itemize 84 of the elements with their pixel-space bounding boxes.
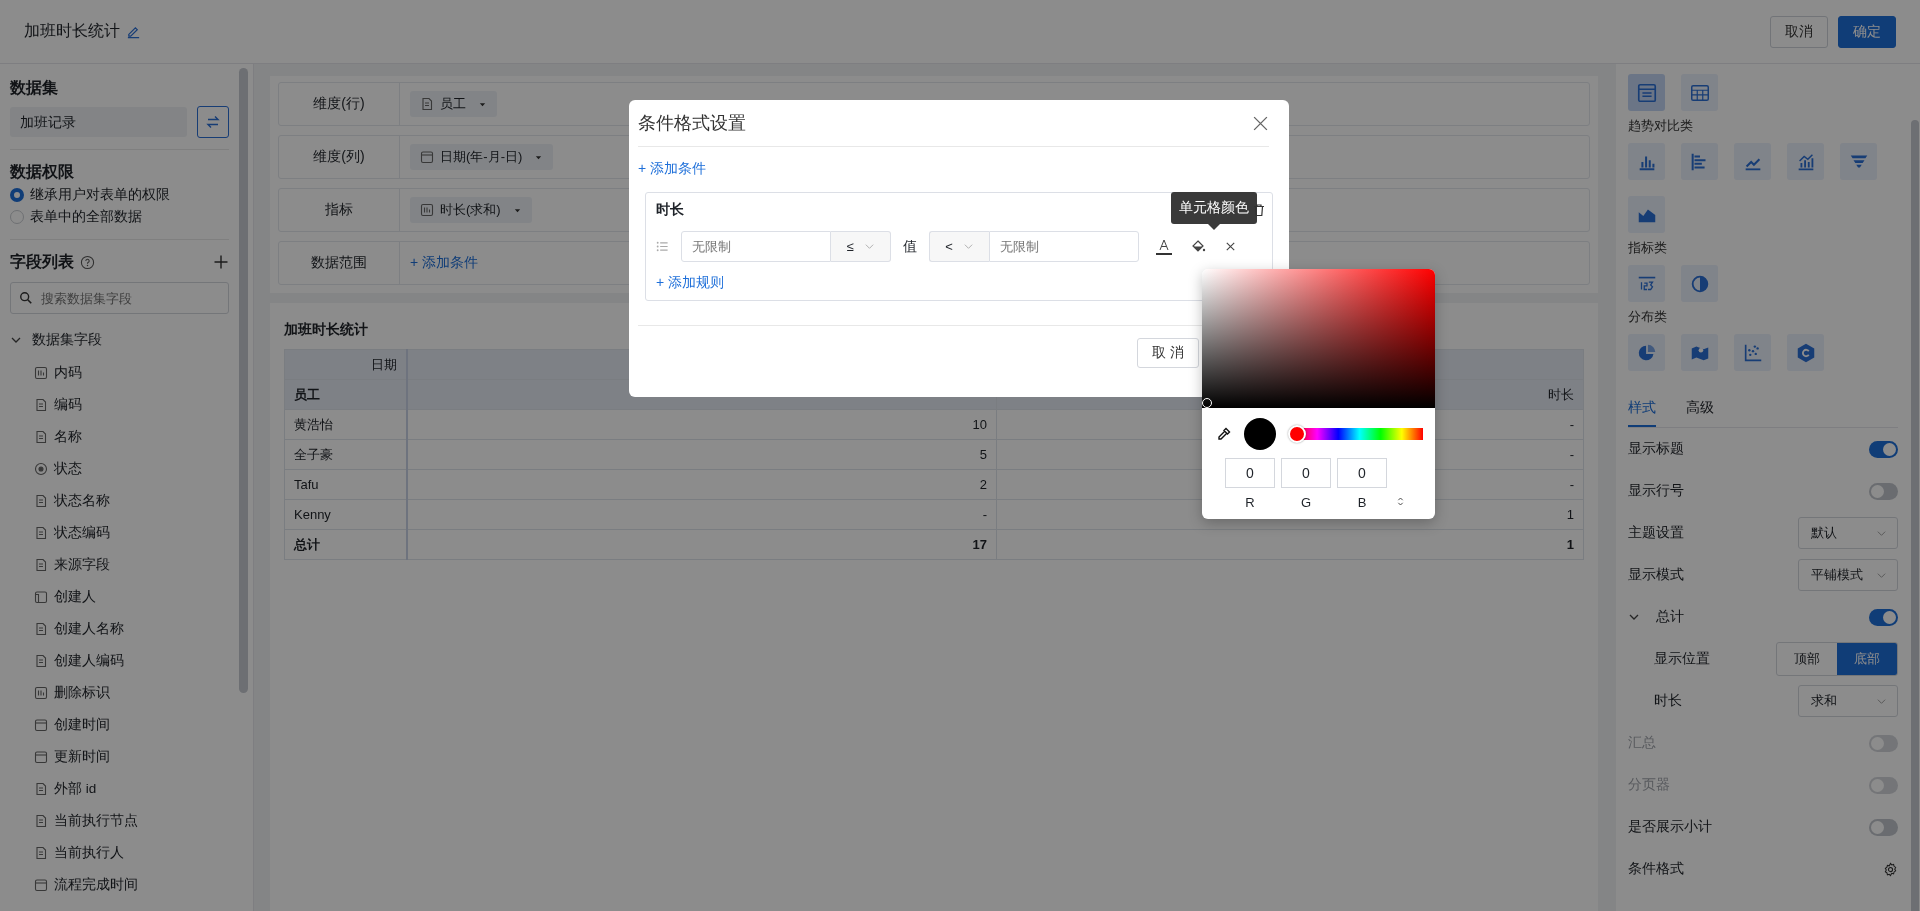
- select-field[interactable]: 默认: [1798, 517, 1898, 549]
- operator-select[interactable]: ≤: [831, 231, 891, 262]
- dataset-field[interactable]: 加班记录: [10, 107, 187, 137]
- table-cell: 1: [996, 529, 1584, 560]
- operator-select[interactable]: <: [929, 231, 989, 262]
- table-header-cell: 日期: [284, 349, 407, 380]
- setting-label: 是否展示小计: [1628, 818, 1712, 836]
- search-input[interactable]: 搜索数据集字段: [39, 289, 220, 307]
- field-item[interactable]: 创建人: [54, 588, 96, 606]
- field-item[interactable]: 来源字段: [54, 556, 110, 574]
- field-item[interactable]: 创建人编码: [54, 652, 124, 670]
- table-cell: 17: [407, 529, 997, 560]
- field-item[interactable]: 更新时间: [54, 748, 110, 766]
- table-cell: 全子豪: [284, 439, 407, 470]
- select-field[interactable]: 求和: [1798, 685, 1898, 717]
- select-field[interactable]: 平铺模式: [1798, 559, 1898, 591]
- section-heading: 字段列表: [10, 252, 74, 272]
- condition-field: 时长: [656, 201, 684, 219]
- field-chip[interactable]: 员工: [410, 91, 497, 117]
- field-item[interactable]: 外部 id: [54, 780, 97, 798]
- config-label: 维度(行): [279, 83, 400, 125]
- field-item[interactable]: 创建人名称: [54, 620, 124, 638]
- confirm-button[interactable]: 确定: [1838, 15, 1896, 48]
- radio-label: 表单中的全部数据: [30, 208, 142, 226]
- table-header-cell: 员工: [284, 379, 407, 410]
- field-item[interactable]: 当前执行人: [54, 844, 124, 862]
- value-label: 值: [903, 237, 917, 256]
- segment-option[interactable]: 顶部: [1777, 643, 1837, 675]
- category-heading: 分布类: [1628, 308, 1668, 326]
- field-item[interactable]: 删除标识: [54, 684, 110, 702]
- setting-label: 时长: [1654, 692, 1682, 710]
- field-item[interactable]: 状态名称: [54, 492, 110, 510]
- table-title: 加班时长统计: [284, 321, 369, 339]
- table-cell: 黄浩怡: [284, 409, 407, 440]
- cancel-button[interactable]: 取 消: [1137, 338, 1199, 368]
- field-item[interactable]: 名称: [54, 428, 82, 446]
- channel-field[interactable]: 0: [1337, 458, 1387, 488]
- setting-label: 显示位置: [1654, 650, 1710, 668]
- section-heading: 数据集: [10, 78, 59, 98]
- segment-option[interactable]: 底部: [1837, 643, 1897, 675]
- setting-label: 显示模式: [1628, 566, 1684, 584]
- setting-label: 主题设置: [1628, 524, 1684, 542]
- dialog-title: 条件格式设置: [638, 112, 746, 135]
- setting-label: 条件格式: [1628, 860, 1684, 878]
- add-condition-link[interactable]: + 添加条件: [410, 254, 479, 272]
- tree-group-label[interactable]: 数据集字段: [32, 331, 102, 349]
- category-heading: 趋势对比类: [1628, 117, 1694, 135]
- table-cell: Kenny: [284, 499, 407, 530]
- category-heading: 指标类: [1628, 239, 1668, 257]
- field-item[interactable]: 状态编码: [54, 524, 110, 542]
- field-item[interactable]: 流程完成时间: [54, 876, 138, 894]
- field-item[interactable]: 内码: [54, 364, 82, 382]
- field-item[interactable]: 编码: [54, 396, 82, 414]
- section-heading: 数据权限: [10, 162, 75, 182]
- radio-label: 继承用户对表单的权限: [30, 186, 170, 204]
- field-chip[interactable]: 时长(求和): [410, 197, 532, 223]
- panel-tab[interactable]: 样式: [1628, 393, 1656, 427]
- cancel-button[interactable]: 取消: [1770, 15, 1828, 48]
- table-cell: 5: [407, 439, 997, 470]
- setting-label: 显示标题: [1628, 440, 1684, 458]
- table-cell: 10: [407, 409, 997, 440]
- add-rule-link[interactable]: + 添加规则: [656, 274, 725, 292]
- config-label: 数据范围: [279, 242, 400, 284]
- setting-label: 显示行号: [1628, 482, 1684, 500]
- config-label: 维度(列): [279, 136, 400, 178]
- tooltip: 单元格颜色: [1171, 192, 1257, 230]
- setting-label: 总计: [1656, 608, 1684, 626]
- table-cell: Tafu: [284, 469, 407, 500]
- channel-field[interactable]: 0: [1225, 458, 1275, 488]
- max-value-field[interactable]: 无限制: [989, 231, 1139, 262]
- field-item[interactable]: 创建时间: [54, 716, 110, 734]
- field-item[interactable]: 当前执行节点: [54, 812, 138, 830]
- min-value-field[interactable]: 无限制: [681, 231, 831, 262]
- report-title: 加班时长统计: [24, 21, 120, 41]
- panel-tab[interactable]: 高级: [1686, 393, 1714, 427]
- field-item[interactable]: 状态: [54, 460, 82, 478]
- table-cell: -: [407, 499, 997, 530]
- config-label: 指标: [279, 189, 400, 231]
- field-chip[interactable]: 日期(年-月-日): [410, 144, 554, 170]
- add-condition-link[interactable]: + 添加条件: [638, 160, 1269, 178]
- channel-field[interactable]: 0: [1281, 458, 1331, 488]
- search-field[interactable]: 搜索数据集字段: [10, 282, 229, 314]
- table-cell: 2: [407, 469, 997, 500]
- table-cell: 总计: [284, 529, 407, 560]
